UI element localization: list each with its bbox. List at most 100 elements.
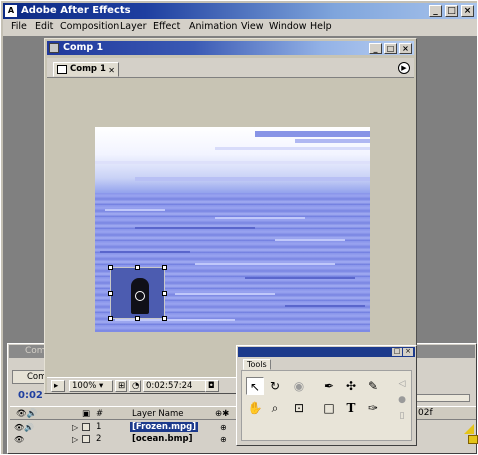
cloud <box>255 131 370 137</box>
rectangle-mask-icon[interactable]: □ <box>320 399 338 417</box>
expand-triangle-icon[interactable]: ▷ <box>72 435 78 444</box>
eye-icon[interactable]: 👁 <box>14 423 24 432</box>
transform-handle[interactable] <box>108 291 113 296</box>
transform-handle[interactable] <box>162 316 167 321</box>
audio-icon[interactable]: 🔊 <box>24 423 34 432</box>
after-effects-window: A Adobe After Effects _ □ × File Edit Co… <box>0 0 478 455</box>
transform-handle[interactable] <box>162 265 167 270</box>
tools-maximize-button[interactable]: □ <box>392 348 402 356</box>
brush-tool-icon[interactable]: ✎ <box>364 377 382 395</box>
label-color-swatch[interactable] <box>82 435 90 443</box>
eye-icon[interactable]: 👁 <box>14 435 24 444</box>
menu-file[interactable]: File <box>11 21 27 32</box>
transform-handle[interactable] <box>162 291 167 296</box>
tab-close-icon[interactable]: ✕ <box>108 64 115 77</box>
transform-handle[interactable] <box>135 316 140 321</box>
minimize-button[interactable]: _ <box>429 5 442 17</box>
orbit-camera-icon[interactable]: ◉ <box>290 377 308 395</box>
layer-name[interactable]: [Frozen.mpg] <box>130 422 199 432</box>
cloud <box>295 139 370 143</box>
zoom-value: 100% <box>72 381 97 391</box>
transform-handle[interactable] <box>135 265 140 270</box>
menu-bar: File Edit Composition Layer Effect Anima… <box>3 19 477 36</box>
menu-edit[interactable]: Edit <box>35 21 53 32</box>
comp-tab-row: Comp 1 ✕ ▶ <box>47 58 414 78</box>
tools-tab[interactable]: Tools <box>243 359 271 370</box>
pen-tool-icon[interactable]: ✒ <box>320 377 338 395</box>
view-axis-icon[interactable]: ▯ <box>393 407 411 425</box>
expand-triangle-icon[interactable]: ▷ <box>72 423 78 432</box>
comp-maximize-button[interactable]: □ <box>384 43 397 54</box>
wave <box>215 217 305 219</box>
time-ruler-label: 02f <box>418 408 433 418</box>
timeline-tab[interactable]: Comp <box>12 370 52 384</box>
switches-icon: ⊕✱ <box>215 409 230 419</box>
current-time-display[interactable]: 0:02:57:24 <box>143 380 209 392</box>
wave <box>115 319 235 321</box>
composition-icon <box>57 65 67 74</box>
app-titlebar[interactable]: A Adobe After Effects _ □ × <box>3 3 477 19</box>
number-column-header: # <box>96 409 104 419</box>
layer-duration-bar[interactable] <box>468 435 478 444</box>
text-tool-icon[interactable]: T <box>342 399 360 417</box>
current-timecode: 0:02:57:24 <box>146 381 193 391</box>
menu-view[interactable]: View <box>241 21 264 32</box>
anchor-point-tool-icon[interactable]: ✣ <box>342 377 360 395</box>
tools-close-button[interactable]: × <box>403 348 413 356</box>
anchor-point-icon[interactable] <box>135 291 145 301</box>
comp-title: Comp 1 <box>63 42 104 53</box>
panel-menu-arrow-icon[interactable]: ▶ <box>398 62 410 74</box>
cloud <box>135 177 370 181</box>
work-area-marker-icon[interactable] <box>464 424 474 434</box>
composition-viewer[interactable] <box>47 79 414 375</box>
transform-handle[interactable] <box>108 316 113 321</box>
cloud <box>95 161 370 164</box>
comp-tab-label: Comp 1 <box>70 64 106 74</box>
safe-zones-icon[interactable]: ⊞ <box>115 380 127 392</box>
comp-tab[interactable]: Comp 1 ✕ <box>53 62 119 77</box>
camera-snapshot-icon[interactable]: ◘ <box>205 380 219 392</box>
menu-animation[interactable]: Animation <box>189 21 237 32</box>
comp-minimize-button[interactable]: _ <box>369 43 382 54</box>
shy-switch-icon[interactable]: ⊕ <box>220 423 227 432</box>
comp-titlebar[interactable]: Comp 1 _ □ × <box>47 41 414 55</box>
hand-tool-icon[interactable]: ✋ <box>246 399 264 417</box>
after-effects-logo-icon: A <box>5 5 17 17</box>
snapshot-icon[interactable]: ◔ <box>129 380 141 392</box>
layer-name-column-header[interactable]: Layer Name <box>132 409 183 419</box>
menu-help[interactable]: Help <box>310 21 332 32</box>
wave <box>135 227 255 229</box>
label-color-swatch[interactable] <box>82 423 90 431</box>
comp-window-icon <box>49 43 59 53</box>
layer-name[interactable]: [ocean.bmp] <box>130 434 194 444</box>
wave <box>195 263 335 265</box>
close-button[interactable]: × <box>461 5 474 17</box>
shy-switch-icon[interactable]: ⊕ <box>220 435 227 444</box>
menu-layer[interactable]: Layer <box>120 21 147 32</box>
tools-titlebar[interactable]: □ × <box>238 347 415 357</box>
timeline-timecode[interactable]: 0:02 <box>18 390 43 401</box>
rotation-tool-icon[interactable]: ↻ <box>266 377 284 395</box>
composition-frame[interactable] <box>95 127 370 332</box>
pen-mask-icon[interactable]: ✑ <box>364 399 382 417</box>
wave <box>285 305 365 307</box>
track-xy-camera-icon[interactable]: ⊡ <box>290 399 308 417</box>
menu-window[interactable]: Window <box>269 21 306 32</box>
wave <box>105 209 165 211</box>
tools-tab-label: Tools <box>247 360 267 369</box>
menu-effect[interactable]: Effect <box>153 21 180 32</box>
wave <box>175 293 275 295</box>
layer-number: 2 <box>96 434 102 444</box>
toggle-panel-icon[interactable]: ▸ <box>51 380 65 392</box>
selection-tool-icon[interactable]: ↖ <box>246 377 264 395</box>
menu-composition[interactable]: Composition <box>60 21 119 32</box>
zoom-dropdown[interactable]: 100% ▾ <box>69 380 113 392</box>
label-column-icon: ▣ <box>82 409 91 419</box>
transform-handle[interactable] <box>108 265 113 270</box>
app-title: Adobe After Effects <box>21 5 131 16</box>
zoom-tool-icon[interactable]: ⌕ <box>266 399 284 417</box>
comp-close-button[interactable]: × <box>399 43 412 54</box>
maximize-button[interactable]: □ <box>445 5 458 17</box>
wave <box>245 277 355 279</box>
frozen-layer-thumbnail[interactable] <box>108 265 167 321</box>
